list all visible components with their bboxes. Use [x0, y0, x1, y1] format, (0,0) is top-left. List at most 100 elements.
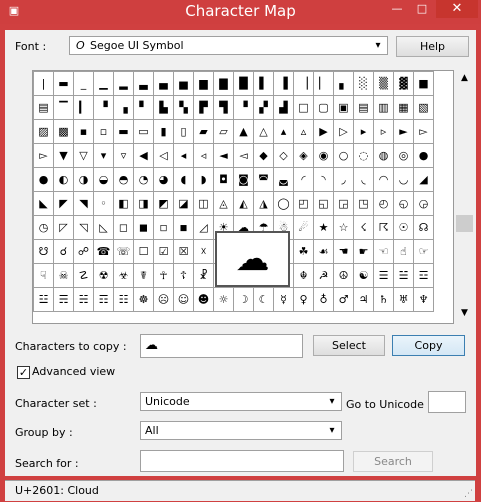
grid-cell[interactable]: ▆ — [193, 71, 214, 96]
grid-cell[interactable]: ▽ — [73, 143, 94, 168]
grid-cell[interactable]: ▻ — [413, 119, 434, 144]
grid-cell[interactable]: ☷ — [113, 287, 134, 312]
grid-cell[interactable]: ▢ — [313, 95, 334, 120]
grid-cell[interactable]: ◳ — [353, 191, 374, 216]
search-button[interactable]: Search — [353, 451, 433, 472]
grid-cell[interactable]: ♄ — [373, 287, 394, 312]
grid-cell[interactable]: ☉ — [393, 215, 414, 240]
grid-cell[interactable]: ◹ — [73, 215, 94, 240]
title-bar[interactable]: ▣ Character Map — □ ✕ — [0, 0, 481, 24]
grid-cell[interactable]: ▌ — [253, 71, 274, 96]
grid-cell[interactable]: █ — [233, 71, 254, 96]
grid-cell[interactable]: ☌ — [53, 239, 74, 264]
grid-cell[interactable]: ◛ — [273, 167, 294, 192]
character-set-select[interactable]: Unicode ▾ — [140, 392, 342, 411]
grid-cell[interactable]: ◫ — [193, 191, 214, 216]
grid-cell[interactable]: ▴ — [273, 119, 294, 144]
select-button[interactable]: Select — [313, 335, 385, 356]
grid-cell[interactable]: ◬ — [213, 191, 234, 216]
grid-cell[interactable]: ▶ — [313, 119, 334, 144]
grid-cell[interactable]: ◇ — [273, 143, 294, 168]
grid-cell[interactable]: △ — [253, 119, 274, 144]
grid-cell[interactable]: ▔ — [53, 95, 74, 120]
grid-cell[interactable]: ☰ — [373, 263, 394, 288]
grid-cell[interactable]: ▷ — [333, 119, 354, 144]
grid-cell[interactable]: ▦ — [393, 95, 414, 120]
grid-cell[interactable]: ▮ — [153, 119, 174, 144]
grid-cell[interactable]: ▤ — [33, 95, 54, 120]
grid-cell[interactable]: ◠ — [373, 167, 394, 192]
grid-cell[interactable]: ▕ — [293, 71, 314, 96]
grid-cell[interactable]: ● — [413, 143, 434, 168]
grid-cell[interactable]: ▃ — [133, 71, 154, 96]
grid-cell[interactable]: ▤ — [353, 95, 374, 120]
grid-cell[interactable]: ▓ — [393, 71, 414, 96]
grid-cell[interactable]: ▝ — [233, 95, 254, 120]
grid-cell[interactable]: ☼ — [213, 287, 234, 312]
grid-cell[interactable]: ☧ — [193, 263, 214, 288]
grid-cell[interactable]: ♅ — [393, 287, 414, 312]
grid-cell[interactable]: ♆ — [413, 287, 434, 312]
grid-cell[interactable]: ☺ — [173, 287, 194, 312]
grid-cell[interactable]: ☿ — [273, 287, 294, 312]
grid-cell[interactable]: ☋ — [33, 239, 54, 264]
grid-cell[interactable]: ☎ — [93, 239, 114, 264]
grid-cell[interactable]: ◜ — [293, 167, 314, 192]
grid-cell[interactable]: ◙ — [233, 167, 254, 192]
grid-cell[interactable]: ▁ — [93, 71, 114, 96]
grid-cell[interactable]: ▘ — [133, 95, 154, 120]
grid-cell[interactable]: ◷ — [33, 215, 54, 240]
grid-cell[interactable]: ☱ — [393, 263, 414, 288]
grid-cell[interactable]: ▩ — [53, 119, 74, 144]
grid-cell[interactable]: ▵ — [293, 119, 314, 144]
copy-button[interactable]: Copy — [392, 335, 465, 356]
grid-cell[interactable]: ◟ — [353, 167, 374, 192]
grid-cell[interactable]: ◥ — [73, 191, 94, 216]
grid-cell[interactable]: ☸ — [133, 287, 154, 312]
grid-cell[interactable]: ▝ — [93, 95, 114, 120]
grid-cell[interactable]: ◓ — [113, 167, 134, 192]
grid-cell[interactable]: ▏ — [313, 71, 334, 96]
grid-cell[interactable]: ◿ — [193, 215, 214, 240]
grid-cell[interactable]: ▧ — [413, 95, 434, 120]
grid-cell[interactable]: ● — [33, 167, 54, 192]
grid-cell[interactable]: ▎ — [73, 95, 94, 120]
grid-cell[interactable]: ☙ — [313, 239, 334, 264]
grid-cell[interactable]: ▂ — [113, 71, 134, 96]
grid-cell[interactable]: ▄ — [153, 71, 174, 96]
grid-cell[interactable]: ◝ — [313, 167, 334, 192]
grid-cell[interactable]: ▚ — [173, 95, 194, 120]
grid-cell[interactable]: ◤ — [53, 191, 74, 216]
grid-cell[interactable]: ☾ — [253, 287, 274, 312]
grid-cell[interactable]: ◉ — [313, 143, 334, 168]
grid-cell[interactable]: ☳ — [33, 287, 54, 312]
grid-cell[interactable]: ▫ — [93, 119, 114, 144]
grid-cell[interactable]: ■ — [413, 71, 434, 96]
characters-to-copy-input[interactable]: ☁ — [140, 334, 303, 358]
grid-cell[interactable]: ◎ — [393, 143, 414, 168]
font-select[interactable]: O Segoe UI Symbol ▾ — [69, 36, 388, 55]
grid-cell[interactable]: ▭ — [133, 119, 154, 144]
grid-cell[interactable]: ◚ — [253, 167, 274, 192]
help-button[interactable]: Help — [396, 36, 469, 57]
grid-cell[interactable]: ◯ — [273, 191, 294, 216]
grid-cell[interactable]: ◞ — [333, 167, 354, 192]
grid-cell[interactable]: ◧ — [113, 191, 134, 216]
grid-cell[interactable]: ◺ — [93, 215, 114, 240]
scroll-thumb[interactable] — [456, 215, 473, 232]
grid-cell[interactable]: ☛ — [353, 239, 374, 264]
chevron-down-icon[interactable]: ▾ — [325, 394, 339, 409]
grid-cell[interactable]: ◔ — [133, 167, 154, 192]
grid-cell[interactable]: ◸ — [53, 215, 74, 240]
grid-cell[interactable]: ☓ — [193, 239, 214, 264]
grid-cell[interactable]: ▬ — [113, 119, 134, 144]
grid-cell[interactable]: | — [33, 71, 54, 96]
grid-cell[interactable]: ▞ — [253, 95, 274, 120]
chevron-down-icon[interactable]: ▾ — [325, 423, 339, 438]
grid-cell[interactable]: ◍ — [373, 143, 394, 168]
grid-cell[interactable]: ◕ — [153, 167, 174, 192]
grid-cell[interactable]: ☐ — [133, 239, 154, 264]
grid-cell[interactable]: ▗ — [113, 95, 134, 120]
grid-cell[interactable]: ☬ — [293, 263, 314, 288]
grid-cell[interactable]: ◌ — [353, 143, 374, 168]
